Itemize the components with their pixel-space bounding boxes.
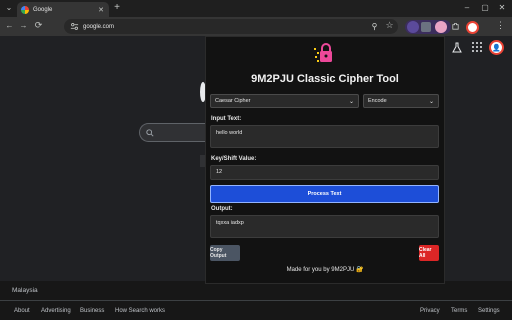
- new-tab-icon[interactable]: +: [113, 3, 121, 13]
- url-text: google.com: [83, 23, 115, 30]
- extensions-icon[interactable]: [451, 22, 460, 31]
- mode-select[interactable]: Encode ⌄: [363, 94, 439, 108]
- google-search-box[interactable]: [139, 123, 211, 142]
- cipher-select-value: Caesar Cipher: [215, 98, 251, 104]
- lock-icon: [314, 43, 332, 62]
- reload-icon[interactable]: ⟳: [34, 21, 43, 30]
- footer-link-about[interactable]: About: [14, 308, 30, 314]
- popup-title: 9M2PJU Classic Cipher Tool: [251, 73, 399, 85]
- extension-badge-icon[interactable]: [407, 21, 419, 33]
- chevron-down-icon: ⌄: [428, 98, 434, 105]
- mode-select-value: Encode: [368, 98, 387, 104]
- clear-all-button[interactable]: Clear All: [419, 245, 439, 261]
- bookmark-star-icon[interactable]: ☆: [385, 21, 394, 30]
- minimize-button[interactable]: –: [463, 4, 471, 12]
- menu-dots-icon[interactable]: ⋮: [496, 21, 505, 30]
- footer-link-business[interactable]: Business: [80, 308, 104, 314]
- tab-google[interactable]: Google ✕: [17, 2, 109, 17]
- input-label: Input Text:: [211, 116, 242, 122]
- search-icon: [146, 129, 154, 137]
- cipher-select[interactable]: Caesar Cipher ⌄: [210, 94, 359, 108]
- profile-avatar-toolbar[interactable]: [466, 21, 479, 34]
- forward-icon[interactable]: →: [19, 22, 28, 30]
- process-text-button[interactable]: Process Text: [210, 185, 439, 203]
- footer-link-how-search-works[interactable]: How Search works: [115, 308, 165, 314]
- apps-grid-icon[interactable]: [472, 42, 482, 52]
- active-extension-icon[interactable]: [435, 21, 447, 33]
- output-label: Output:: [211, 206, 233, 212]
- footer-link-advertising[interactable]: Advertising: [41, 308, 71, 314]
- key-label: Key/Shift Value:: [211, 156, 257, 162]
- maximize-button[interactable]: ▢: [481, 4, 489, 12]
- footer-link-settings[interactable]: Settings: [478, 308, 500, 314]
- avatar[interactable]: 👤: [489, 40, 504, 55]
- tab-search-icon[interactable]: ⌄: [5, 4, 13, 12]
- site-info-icon[interactable]: [70, 22, 79, 31]
- close-window-button[interactable]: ✕: [498, 4, 506, 12]
- chevron-down-icon: ⌄: [348, 98, 354, 105]
- copy-output-button[interactable]: Copy Output: [210, 245, 240, 261]
- made-by-footer: Made for you by 9M2PJU 🔐: [286, 267, 364, 273]
- back-icon[interactable]: ←: [5, 22, 14, 30]
- input-textarea[interactable]: hello world: [210, 125, 439, 148]
- footer-link-terms[interactable]: Terms: [451, 308, 467, 314]
- tab-title: Google: [33, 6, 53, 13]
- footer-country: Malaysia: [0, 281, 512, 301]
- address-bar[interactable]: google.com: [64, 19, 398, 34]
- extension-icon[interactable]: [421, 22, 431, 32]
- footer-links: About Advertising Business How Search wo…: [0, 301, 512, 320]
- labs-flask-icon[interactable]: [452, 42, 462, 53]
- key-input[interactable]: 12: [210, 165, 439, 180]
- footer-link-privacy[interactable]: Privacy: [420, 308, 440, 314]
- password-key-icon[interactable]: [370, 22, 379, 31]
- google-favicon: [21, 5, 29, 14]
- tab-close-icon[interactable]: ✕: [98, 6, 104, 14]
- output-textarea[interactable]: tqxxa iadxp: [210, 215, 439, 238]
